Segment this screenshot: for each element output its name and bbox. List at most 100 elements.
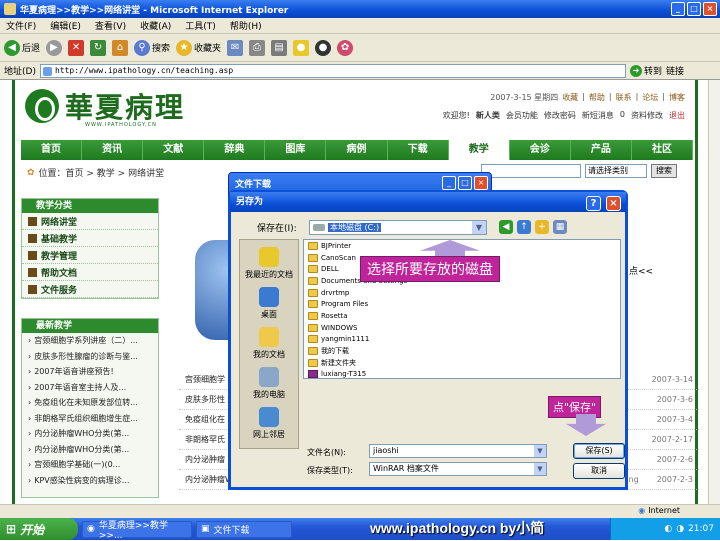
toplink-forum[interactable]: 论坛 [642,92,658,103]
filetype-select[interactable]: WinRAR 档案文件 ▼ [369,462,547,476]
nav-home[interactable]: 首页 [21,140,83,160]
latest-item[interactable]: › KPV感染性病变的病理诊... [22,473,158,489]
task-browser[interactable]: ◉ 华夏病理>>教学>>... [82,520,192,541]
chevron-down-icon[interactable]: ▼ [472,221,486,234]
list-item[interactable]: Rosetta [304,310,620,322]
back-button[interactable]: ◀ 后退 [4,39,40,56]
window-titlebar[interactable]: 华夏病理>>教学>>网络讲堂 - Microsoft Internet Expl… [0,0,720,18]
print-icon[interactable]: ⎙ [249,39,266,56]
tray-icon[interactable]: ◐ [664,524,672,534]
place-my-documents[interactable]: 我的文档 [240,324,298,360]
tray-icon[interactable]: ◑ [676,524,684,534]
more-arrow-link[interactable]: 点<< [629,264,653,277]
sidebar-item-online-lecture[interactable]: 网络讲堂 [22,213,158,230]
menu-view[interactable]: 查看(V) [95,19,126,32]
sidebar-item-teaching-admin[interactable]: 教学管理 [22,247,158,264]
place-desktop[interactable]: 桌面 [240,284,298,320]
latest-item[interactable]: › 皮肤多形性腺瘤的诊断与鉴... [22,349,158,365]
list-item[interactable]: 新建文件夹 [304,357,620,369]
list-item[interactable]: drvrtmp [304,287,620,299]
toplink-blog[interactable]: 博客 [669,92,685,103]
start-button[interactable]: ⊞ 开始 [0,518,78,540]
list-item[interactable]: yangmin1111 [304,334,620,346]
nav-cases[interactable]: 病例 [326,140,388,160]
qq-icon[interactable]: ● [315,39,332,56]
nav-teaching[interactable]: 教学 [448,140,510,160]
home-icon[interactable]: ⌂ [112,39,129,56]
latest-item[interactable]: › 内分泌肿瘤WHO分类(第... [22,442,158,458]
list-item[interactable]: 我的下载 [304,345,620,357]
new-messages-link[interactable]: 新短消息 [582,110,614,121]
filename-input[interactable]: jiaoshi ▼ [369,444,547,458]
latest-item[interactable]: › 免疫组化在未知原发部位转... [22,395,158,411]
latest-item[interactable]: › 宫颈细胞学基础(一)(0... [22,457,158,473]
mail-icon[interactable]: ✉ [227,39,244,56]
list-item[interactable]: Program Files [304,298,620,310]
dl-close-button[interactable]: × [474,176,488,190]
menu-edit[interactable]: 编辑(E) [50,19,81,32]
list-item[interactable]: luxiang-T315 [304,369,620,381]
chevron-down-icon[interactable]: ▼ [534,463,546,475]
toplink-contact[interactable]: 联系 [616,92,632,103]
dl-maximize-button[interactable]: □ [458,176,472,190]
latest-item[interactable]: › 宫颈细胞学系列讲座（二）... [22,333,158,349]
site-logo[interactable]: 華夏病理 [25,86,185,126]
links-button[interactable]: 链接 [666,64,684,77]
page-scrollbar[interactable] [708,80,720,504]
minimize-button[interactable]: _ [671,2,685,16]
latest-item[interactable]: › 内分泌肿瘤WHO分类(第... [22,426,158,442]
nav-products[interactable]: 产品 [571,140,632,160]
cancel-button[interactable]: 取消 [573,463,625,479]
edit-profile-link[interactable]: 资料修改 [631,110,663,121]
up-folder-icon[interactable]: ↑ [517,220,531,234]
latest-item[interactable]: › 2007年语音讲座预告! [22,364,158,380]
messenger-icon[interactable]: ● [293,39,310,56]
task-file-download[interactable]: ▣ 文件下载 [196,520,292,538]
place-network[interactable]: 网上邻居 [240,404,298,440]
logout-link[interactable]: 退出 [669,110,685,121]
nav-gallery[interactable]: 图库 [265,140,327,160]
menu-file[interactable]: 文件(F) [6,19,36,32]
view-menu-icon[interactable]: ▦ [553,220,567,234]
nav-download[interactable]: 下载 [388,140,449,160]
member-functions-link[interactable]: 会员功能 [506,110,538,121]
nav-community[interactable]: 社区 [632,140,694,160]
edit-icon[interactable]: ▤ [271,39,288,56]
close-button[interactable]: × [703,2,717,16]
toplink-help[interactable]: 帮助 [589,92,605,103]
maximize-button[interactable]: □ [687,2,701,16]
sidebar-item-basic-teaching[interactable]: 基础教学 [22,230,158,247]
dialog-close-button[interactable]: × [606,196,621,211]
change-password-link[interactable]: 修改密码 [544,110,576,121]
nav-literature[interactable]: 文献 [143,140,205,160]
nav-news[interactable]: 资讯 [82,140,144,160]
tools-icon[interactable]: ✿ [337,39,354,56]
site-search-button[interactable]: 搜索 [651,164,677,178]
new-folder-icon[interactable]: + [535,220,549,234]
place-my-computer[interactable]: 我的电脑 [240,364,298,400]
favorites-button[interactable]: ★ 收藏夹 [176,39,221,56]
refresh-icon[interactable]: ↻ [90,39,107,56]
menu-tools[interactable]: 工具(T) [185,19,216,32]
menu-help[interactable]: 帮助(H) [230,19,262,32]
search-button[interactable]: ⚲ 搜索 [134,39,170,56]
forward-button[interactable]: ▶ [46,39,63,56]
stop-icon[interactable]: ✕ [68,39,85,56]
sidebar-item-help-docs[interactable]: 帮助文档 [22,264,158,281]
save-in-combo[interactable]: 本地磁盘 (C:) ▼ [309,220,487,235]
list-item[interactable]: WINDOWS [304,322,620,334]
latest-item[interactable]: › 2007年语音室主持人及... [22,380,158,396]
sidebar-item-file-service[interactable]: 文件服务 [22,281,158,298]
back-icon[interactable]: ◀ [499,220,513,234]
address-input[interactable]: http://www.ipathology.cn/teaching.asp [39,63,626,78]
latest-item[interactable]: › 非朗格罕氏组织细胞增生症... [22,411,158,427]
menu-favorites[interactable]: 收藏(A) [140,19,171,32]
category-select[interactable]: 请选择类别 [585,164,647,178]
go-button[interactable]: ➜ 转到 [629,64,662,77]
save-button[interactable]: 保存(S) [573,443,625,459]
chevron-down-icon[interactable]: ▼ [534,445,546,457]
toplink-favorite[interactable]: 收藏 [562,92,578,103]
site-search-input[interactable] [481,164,581,178]
nav-consult[interactable]: 会诊 [510,140,571,160]
place-recent[interactable]: 我最近的文档 [240,244,298,280]
